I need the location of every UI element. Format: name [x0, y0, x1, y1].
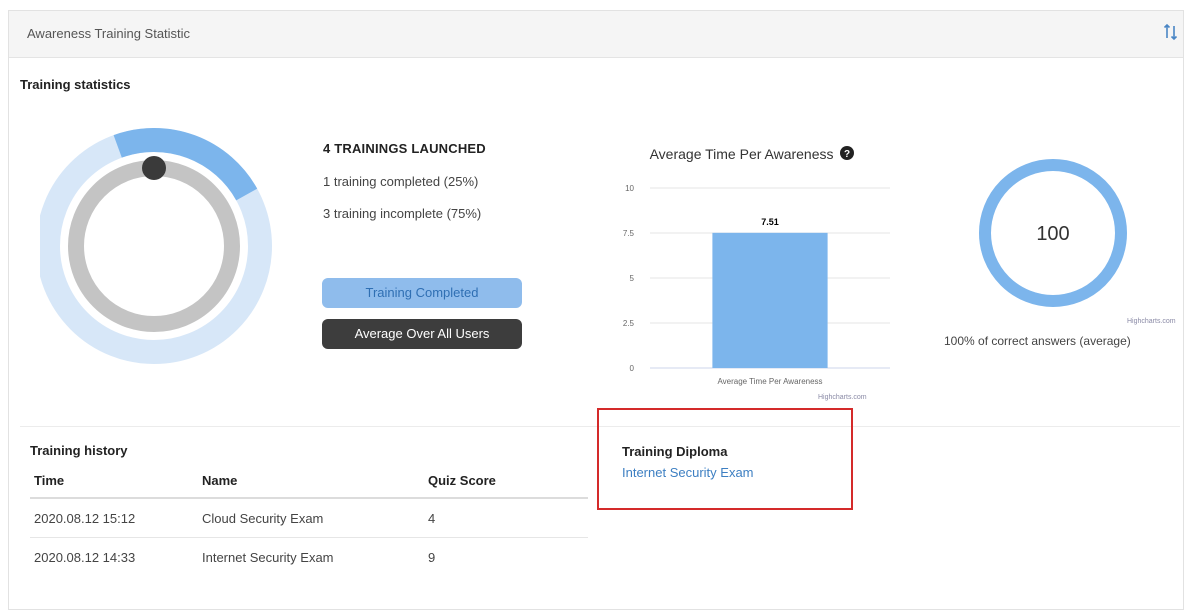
- training-history-table: Time Name Quiz Score 2020.08.12 15:12 Cl…: [30, 463, 588, 576]
- bar: [712, 232, 828, 368]
- completion-donut-chart: [40, 128, 272, 364]
- row-name: Cloud Security Exam: [198, 498, 424, 538]
- bar-chart-title-text: Average Time Per Awareness: [649, 146, 834, 162]
- training-diploma-title: Training Diploma: [622, 444, 728, 459]
- y-tick-label: 7.5: [623, 229, 635, 238]
- sort-arrows-icon[interactable]: [1163, 23, 1179, 41]
- question-circle-icon[interactable]: ?: [840, 146, 855, 160]
- row-name: Internet Security Exam: [202, 549, 334, 565]
- table-row: 2020.08.12 14:33 Internet Security Exam …: [30, 538, 588, 577]
- row-time: 2020.08.12 14:33: [34, 549, 136, 565]
- panel-header: Awareness Training Statistic: [9, 11, 1183, 58]
- y-tick-label: 5: [630, 274, 635, 283]
- donut-inner-ring: [68, 160, 240, 332]
- y-tick-label: 10: [625, 184, 634, 193]
- bar-chart-credit: Highcharts.com: [818, 394, 867, 401]
- history-header-row: Time Name Quiz Score: [30, 463, 588, 499]
- gauge-caption: 100% of correct answers (average): [944, 334, 1131, 348]
- donut-indicator-dot: [142, 156, 166, 180]
- training-statistics-title: Training statistics: [20, 77, 131, 92]
- trainings-launched-headline: 4 TRAININGS LAUNCHED: [323, 141, 486, 156]
- y-tick-label: 0: [630, 364, 635, 373]
- column-header-quiz-score[interactable]: Quiz Score: [424, 463, 588, 499]
- diploma-link[interactable]: Internet Security Exam: [622, 465, 754, 480]
- training-diploma-box: Training Diploma Internet Security Exam: [597, 408, 853, 510]
- y-tick-label: 2.5: [623, 319, 635, 328]
- panel-title: Awareness Training Statistic: [27, 26, 191, 41]
- gauge-credit: Highcharts.com: [1127, 318, 1176, 325]
- row-quiz-score: 4: [424, 498, 588, 538]
- correct-answers-gauge: 100: [979, 159, 1127, 307]
- average-time-bar-chart: 0 2.5 5 7.5 10 7.51 Average Time Per Awareness: [623, 184, 890, 386]
- bar-data-label: 7.51: [761, 217, 779, 227]
- training-completed-button[interactable]: Training Completed: [322, 278, 522, 308]
- training-history-title: Training history: [30, 443, 128, 458]
- gauge-value-label: 100: [1036, 223, 1069, 245]
- trainings-completed-text: 1 training completed (25%): [323, 174, 479, 189]
- column-header-name[interactable]: Name: [198, 463, 424, 499]
- table-row: 2020.08.12 15:12 Cloud Security Exam 4: [30, 498, 588, 538]
- average-over-all-users-button[interactable]: Average Over All Users: [322, 319, 522, 349]
- column-header-time[interactable]: Time: [30, 463, 198, 499]
- bar-chart-title: Average Time Per Awareness ?: [602, 146, 902, 162]
- trainings-incomplete-text: 3 training incomplete (75%): [323, 206, 482, 221]
- row-time: 2020.08.12 15:12: [30, 498, 198, 538]
- row-quiz-score: 9: [428, 549, 436, 565]
- svg-text:?: ?: [844, 149, 850, 160]
- x-category-label: Average Time Per Awareness: [717, 377, 822, 386]
